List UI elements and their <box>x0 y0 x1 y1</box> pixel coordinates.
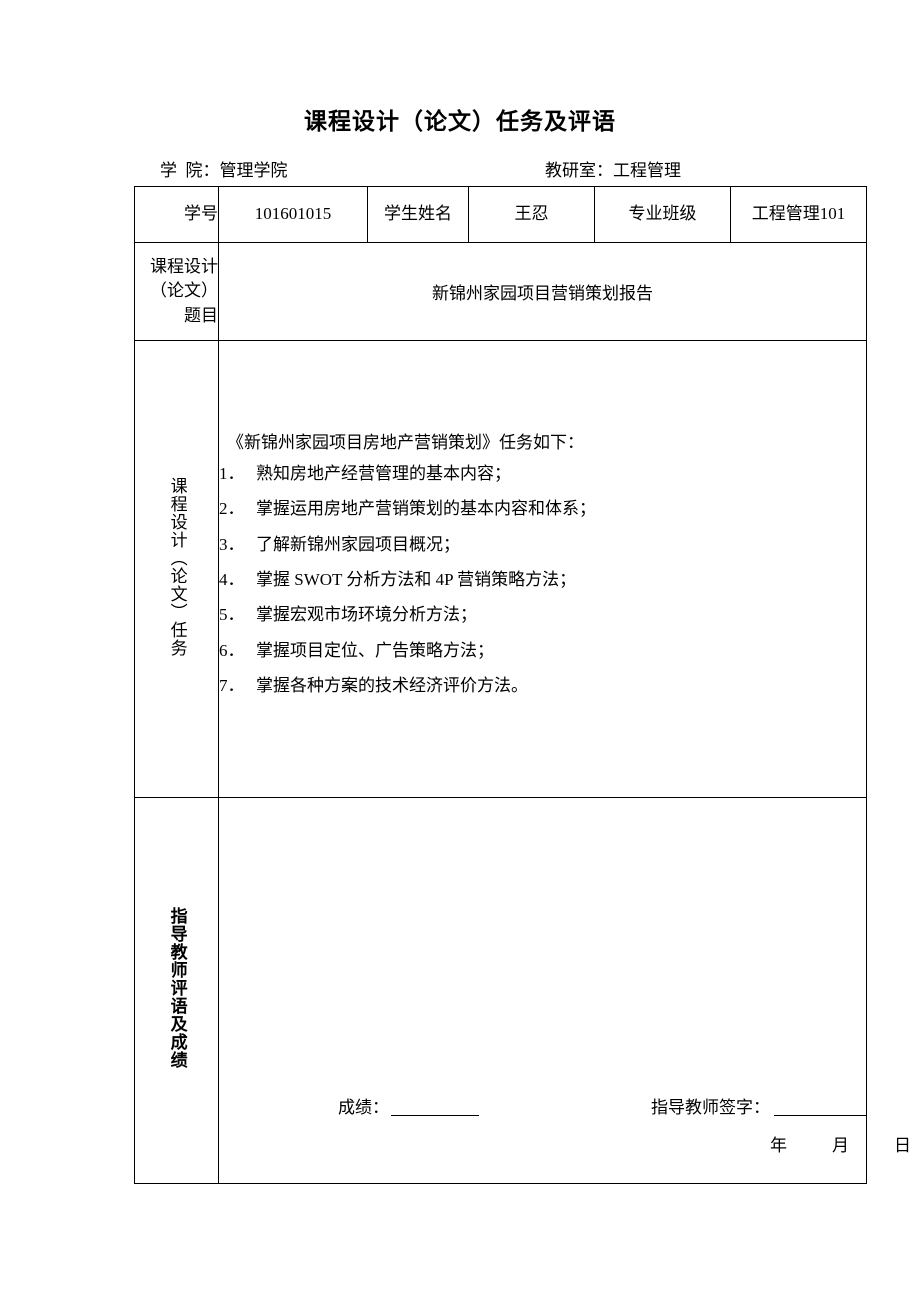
task-list-item: 2． 掌握运用房地产营销策划的基本内容和体系； <box>219 496 866 522</box>
student-id-label: 学号 <box>134 186 219 243</box>
task-list-item: 4． 掌握 SWOT 分析方法和 4P 营销策略方法； <box>219 567 866 593</box>
task-list: 1． 熟知房地产经营管理的基本内容； 2． 掌握运用房地产营销策划的基本内容和体系； 3… <box>219 461 866 699</box>
task-item-text: 熟知房地产经营管理的基本内容； <box>256 464 511 484</box>
task-label: 课程设计（论文）任务 <box>167 476 187 657</box>
task-list-item: 6． 掌握项目定位、广告策略方法； <box>219 638 866 664</box>
college-label: 学 院：管理学院 <box>160 161 288 180</box>
document-page: 课程设计（论文）任务及评语 学 院：管理学院 教研室：工程管理 学号 10160… <box>0 0 920 1302</box>
task-item-number: 6． <box>219 640 245 660</box>
teacher-signature-label-text: 指导教师签字： <box>651 1098 770 1117</box>
topic-value: 新锦州家园项目营销策划报告 <box>218 242 867 341</box>
task-list-item: 1． 熟知房地产经营管理的基本内容； <box>219 461 866 487</box>
signature-row: 成绩： 指导教师签字： <box>219 1093 866 1121</box>
task-item-text: 掌握 SWOT 分析方法和 4P 营销策略方法； <box>256 570 577 590</box>
task-label-cell: 课程设计（论文）任务 <box>134 340 219 798</box>
topic-label: 课程设计（论文）题目 <box>134 242 219 341</box>
grade-field[interactable]: 成绩： <box>338 1093 479 1118</box>
date-fields[interactable]: 年月日 <box>770 1131 911 1156</box>
table-row-task: 课程设计（论文）任务 《新锦州家园项目房地产营销策划》任务如下： 1． 熟知房地产… <box>134 340 867 798</box>
comment-label-cell: 指导教师评语及成绩 <box>134 797 219 1184</box>
student-name-label: 学生姓名 <box>367 186 469 243</box>
task-content-cell: 《新锦州家园项目房地产营销策划》任务如下： 1． 熟知房地产经营管理的基本内容； 2… <box>218 340 867 798</box>
task-item-number: 4． <box>219 570 245 590</box>
date-row: 年月日 <box>219 1131 911 1157</box>
class-value: 工程管理101 <box>730 186 867 243</box>
task-list-item: 3． 了解新锦州家园项目概况； <box>219 532 866 558</box>
task-item-number: 2． <box>219 499 245 519</box>
task-item-number: 5． <box>219 605 245 625</box>
table-row-topic: 课程设计（论文）题目 新锦州家园项目营销策划报告 <box>134 242 867 341</box>
table-row-student-info: 学号 101601015 学生姓名 王忍 专业班级 工程管理101 <box>134 186 867 243</box>
grade-blank-line[interactable] <box>391 1115 479 1116</box>
teaching-office-label: 教研室：工程管理 <box>545 161 681 180</box>
subheader: 学 院：管理学院 教研室：工程管理 <box>134 158 866 184</box>
date-year-label: 年 <box>770 1136 787 1155</box>
task-item-text: 掌握宏观市场环境分析方法； <box>256 605 477 625</box>
teacher-signature-blank-line[interactable] <box>774 1115 866 1116</box>
page-title: 课程设计（论文）任务及评语 <box>304 109 616 134</box>
grade-label-text: 成绩： <box>338 1098 389 1117</box>
task-item-text: 了解新锦州家园项目概况； <box>256 534 460 554</box>
teacher-signature-field[interactable]: 指导教师签字： <box>651 1093 866 1118</box>
task-evaluation-table: 学号 101601015 学生姓名 王忍 专业班级 工程管理101 课程设计（论… <box>134 186 911 1184</box>
student-name-value: 王忍 <box>468 186 595 243</box>
comment-label: 指导教师评语及成绩 <box>167 907 187 1069</box>
task-item-number: 1． <box>219 464 245 484</box>
task-item-number: 7． <box>219 676 245 696</box>
table-row-comment: 指导教师评语及成绩 成绩： 指导教师签字： 年 月 日 <box>134 797 911 1184</box>
task-item-text: 掌握运用房地产营销策划的基本内容和体系； <box>256 499 596 519</box>
class-label: 专业班级 <box>594 186 731 243</box>
task-intro: 《新锦州家园项目房地产营销策划》任务如下： <box>227 432 584 452</box>
task-item-text: 掌握各种方案的技术经济评价方法。 <box>256 676 528 696</box>
date-month-label: 月 <box>832 1136 849 1155</box>
task-list-item: 5． 掌握宏观市场环境分析方法； <box>219 602 866 628</box>
task-item-number: 3． <box>219 534 245 554</box>
task-item-text: 掌握项目定位、广告策略方法； <box>256 640 494 660</box>
date-day-label: 日 <box>894 1136 911 1155</box>
comment-content-cell[interactable]: 成绩： 指导教师签字： 年 月 日 <box>218 797 911 1184</box>
student-id-value: 101601015 <box>218 186 368 243</box>
task-list-item: 7． 掌握各种方案的技术经济评价方法。 <box>219 673 866 699</box>
